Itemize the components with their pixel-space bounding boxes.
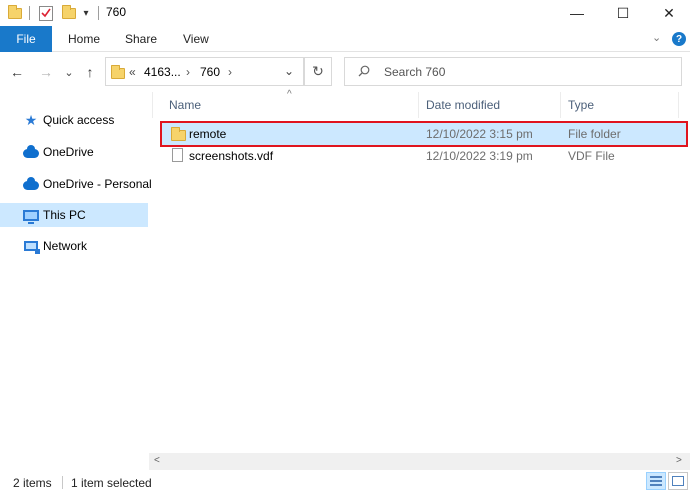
sort-ascending-icon: ^ <box>287 89 292 100</box>
minimize-button[interactable]: — <box>554 0 600 26</box>
breadcrumb-item[interactable]: 760 <box>200 65 220 79</box>
computer-icon <box>23 207 39 224</box>
breadcrumb-item[interactable]: 4163... <box>144 65 181 79</box>
search-input[interactable]: Search 760 <box>344 57 682 86</box>
qat-divider <box>98 6 99 20</box>
help-icon[interactable]: ? <box>672 32 686 46</box>
address-bar[interactable]: « 4163... › 760 › ⌄ <box>105 57 304 86</box>
scroll-right-button[interactable]: > <box>676 455 682 466</box>
details-view-button[interactable] <box>646 472 666 490</box>
column-divider <box>152 92 153 118</box>
file-row-remote[interactable]: remote 12/10/2022 3:15 pm File folder <box>160 121 688 147</box>
new-folder-icon[interactable] <box>60 3 78 23</box>
search-icon <box>358 65 370 80</box>
file-name: screenshots.vdf <box>189 149 274 163</box>
sidebar-item-label: OneDrive <box>43 145 94 159</box>
large-icons-view-button[interactable] <box>668 472 688 490</box>
sidebar-item-quick-access[interactable]: ★ Quick access <box>0 108 148 132</box>
maximize-button[interactable]: ☐ <box>600 0 646 26</box>
file-date: 12/10/2022 3:19 pm <box>426 149 533 163</box>
search-placeholder: Search 760 <box>384 65 446 79</box>
sidebar-item-label: OneDrive - Personal <box>43 177 152 191</box>
close-button[interactable]: ✕ <box>646 0 690 26</box>
file-date: 12/10/2022 3:15 pm <box>426 127 533 141</box>
horizontal-scrollbar[interactable]: < > <box>149 453 690 470</box>
tab-share[interactable]: Share <box>125 26 157 52</box>
scrollbar-thumb[interactable] <box>166 456 666 466</box>
expand-ribbon-button[interactable]: ⌄ <box>652 31 661 44</box>
star-icon: ★ <box>24 111 38 128</box>
sidebar-item-label: Network <box>43 239 88 253</box>
status-divider <box>62 476 63 489</box>
back-button[interactable]: ← <box>8 62 26 82</box>
details-view-icon <box>650 476 662 486</box>
ribbon-tabs: File Home Share View ⌄ ? <box>0 26 690 52</box>
sidebar-item-onedrive[interactable]: OneDrive <box>0 140 148 164</box>
column-divider[interactable] <box>560 92 561 118</box>
folder-icon <box>171 127 186 141</box>
cloud-icon <box>23 144 39 160</box>
file-type: File folder <box>568 127 621 141</box>
sidebar-item-this-pc[interactable]: This PC <box>0 203 148 227</box>
sidebar-item-label: This PC <box>43 208 86 222</box>
customize-qat-dropdown[interactable]: ▾ <box>80 3 92 23</box>
breadcrumb-separator[interactable]: › <box>186 65 190 79</box>
file-row-screenshots-vdf[interactable]: screenshots.vdf 12/10/2022 3:19 pm VDF F… <box>162 145 686 167</box>
tab-file[interactable]: File <box>0 26 52 52</box>
folder-icon <box>6 3 24 23</box>
selection-count: 1 item selected <box>71 476 152 490</box>
file-name: remote <box>189 127 227 141</box>
sidebar-item-label: Quick access <box>43 113 115 127</box>
column-divider[interactable] <box>678 92 679 118</box>
column-header-type[interactable]: Type <box>568 98 594 112</box>
column-header-date-modified[interactable]: Date modified <box>426 98 500 112</box>
item-count: 2 items <box>13 476 52 490</box>
scroll-left-button[interactable]: < <box>154 455 160 466</box>
sidebar-item-network[interactable]: Network <box>0 234 148 258</box>
properties-icon[interactable] <box>37 3 55 23</box>
cloud-icon <box>23 176 39 192</box>
recent-locations-button[interactable]: ⌄ <box>62 62 76 82</box>
column-header-name[interactable]: Name <box>169 98 201 112</box>
address-dropdown-button[interactable]: ⌄ <box>284 64 294 78</box>
status-bar: 2 items 1 item selected <box>0 470 690 493</box>
refresh-button[interactable]: ↻ <box>304 57 332 86</box>
navigation-pane: ★ Quick access OneDrive OneDrive - Perso… <box>0 96 152 462</box>
large-icons-view-icon <box>672 476 684 486</box>
breadcrumb-separator[interactable]: › <box>228 65 232 79</box>
document-icon <box>172 148 183 162</box>
sidebar-item-onedrive-personal[interactable]: OneDrive - Personal <box>0 172 152 196</box>
tab-view[interactable]: View <box>183 26 209 52</box>
file-type: VDF File <box>568 149 615 163</box>
title-bar: ▾ 760 — ☐ ✕ <box>0 0 690 26</box>
folder-icon <box>111 65 125 79</box>
forward-button[interactable]: → <box>37 62 55 82</box>
window-title: 760 <box>106 5 127 19</box>
up-button[interactable]: ↑ <box>81 62 99 82</box>
column-divider[interactable] <box>418 92 419 118</box>
tab-home[interactable]: Home <box>68 26 100 52</box>
qat-divider <box>29 6 30 20</box>
network-icon <box>23 238 40 254</box>
breadcrumb-overflow[interactable]: « <box>129 65 136 79</box>
